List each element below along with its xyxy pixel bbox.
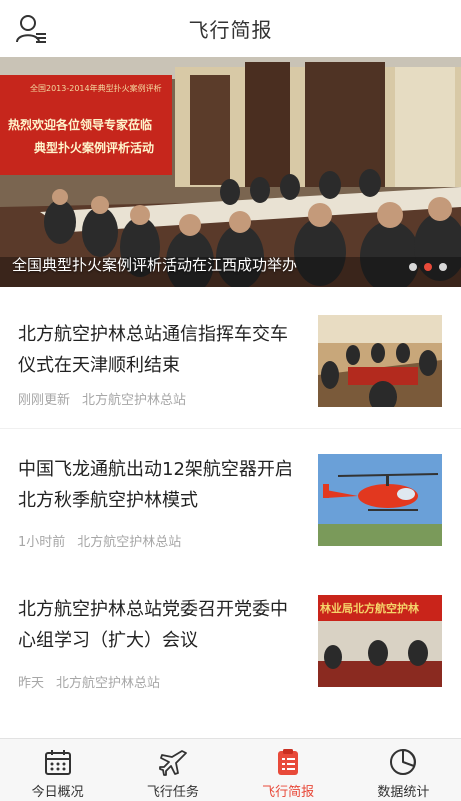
carousel-dot[interactable] bbox=[409, 263, 417, 271]
carousel-indicator bbox=[409, 263, 447, 271]
divider bbox=[0, 428, 461, 429]
calendar-icon bbox=[44, 750, 71, 775]
tab-today-overview[interactable]: 今日概况 bbox=[0, 739, 115, 801]
news-title: 北方航空护林总站通信指挥车交车仪式在天津顺利结束 bbox=[18, 324, 288, 376]
banner-caption: 全国典型扑火案例评析活动在江西成功举办 bbox=[12, 256, 298, 274]
news-thumbnail bbox=[318, 454, 442, 546]
pie-chart-icon bbox=[390, 749, 417, 775]
tab-data-statistics[interactable]: 数据统计 bbox=[346, 739, 461, 801]
banner-slide-text-2: 热烈欢迎各位领导专家莅临 bbox=[8, 117, 152, 132]
news-meta: 昨天 北方航空护林总站 bbox=[18, 672, 160, 691]
news-time: 刚刚更新 bbox=[18, 393, 71, 408]
news-item[interactable]: 中国飞龙通航出动12架航空器开启北方秋季航空护林模式 1小时前 北方航空护林总站 bbox=[0, 430, 461, 570]
carousel-dot[interactable] bbox=[439, 263, 447, 271]
page-title: 飞行简报 bbox=[188, 18, 273, 42]
tab-flight-briefing[interactable]: 飞行简报 bbox=[231, 739, 346, 801]
news-thumbnail: 林业局北方航空护林 bbox=[318, 595, 442, 687]
news-source: 北方航空护林总站 bbox=[56, 676, 161, 691]
news-item[interactable]: 北方航空护林总站党委召开党委中心组学习（扩大）会议 昨天 北方航空护林总站 林业局… bbox=[0, 570, 461, 710]
news-time: 1小时前 bbox=[18, 535, 66, 550]
news-time: 昨天 bbox=[18, 676, 45, 691]
news-title: 北方航空护林总站党委召开党委中心组学习（扩大）会议 bbox=[18, 599, 288, 651]
airplane-icon bbox=[158, 750, 187, 776]
tab-label: 飞行简报 bbox=[262, 785, 315, 800]
news-source: 北方航空护林总站 bbox=[77, 535, 182, 550]
news-meta: 刚刚更新 北方航空护林总站 bbox=[18, 389, 186, 408]
tab-label: 今日概况 bbox=[31, 785, 84, 800]
thumb-banner-text: 林业局北方航空护林 bbox=[320, 601, 419, 615]
news-item[interactable]: 北方航空护林总站通信指挥车交车仪式在天津顺利结束 刚刚更新 北方航空护林总站 bbox=[0, 295, 461, 435]
app-header: 飞行简报 bbox=[0, 0, 461, 58]
banner-photo: 全国2013-2014年典型扑火案例评析 热烈欢迎各位领导专家莅临 典型扑火案例… bbox=[0, 57, 461, 287]
banner-carousel[interactable]: 全国2013-2014年典型扑火案例评析 热烈欢迎各位领导专家莅临 典型扑火案例… bbox=[0, 57, 461, 287]
news-meta: 1小时前 北方航空护林总站 bbox=[18, 531, 181, 550]
tab-flight-tasks[interactable]: 飞行任务 bbox=[115, 739, 230, 801]
bottom-tab-bar: 今日概况 飞行任务 飞行简报 数据统计 bbox=[0, 738, 461, 801]
tab-label: 数据统计 bbox=[377, 785, 430, 800]
report-icon bbox=[278, 749, 299, 775]
news-title: 中国飞龙通航出动12架航空器开启北方秋季航空护林模式 bbox=[18, 459, 293, 511]
news-source: 北方航空护林总站 bbox=[82, 393, 187, 408]
tab-label: 飞行任务 bbox=[146, 785, 199, 800]
user-list-icon[interactable] bbox=[14, 12, 48, 46]
news-thumbnail bbox=[318, 315, 442, 407]
banner-slide-text-3: 典型扑火案例评析活动 bbox=[34, 140, 154, 155]
carousel-dot-active[interactable] bbox=[424, 263, 432, 271]
banner-slide-text-1: 全国2013-2014年典型扑火案例评析 bbox=[30, 83, 162, 93]
